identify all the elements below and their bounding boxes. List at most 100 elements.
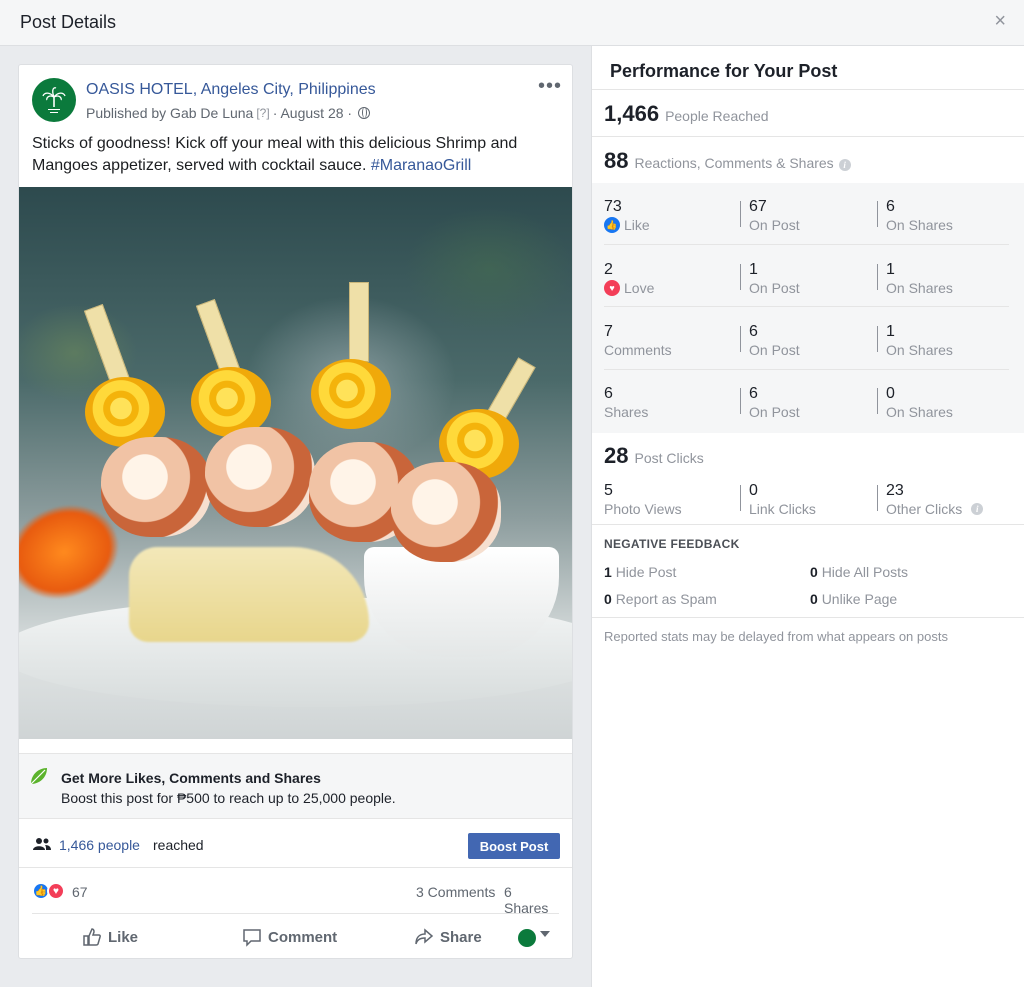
- boost-subtitle: Boost this post for ₱500 to reach up to …: [61, 790, 396, 806]
- column-divider: [877, 388, 878, 414]
- link-clicks: 0 Link Clicks: [749, 482, 816, 517]
- modal-header: Post Details ×: [0, 0, 1024, 46]
- unlike-page-value: 0: [810, 591, 818, 607]
- row-divider: [604, 244, 1009, 245]
- comments-total-label: Comments: [604, 342, 672, 358]
- love-on-shares-label: On Shares: [886, 280, 953, 296]
- column-divider: [740, 485, 741, 511]
- post-text: Sticks of goodness! Kick off your meal w…: [32, 133, 562, 177]
- comments-on-shares-value: 1: [886, 323, 895, 340]
- people-reached-metric: 1,466 People Reached: [604, 101, 769, 127]
- published-by: Published by Gab De Luna: [86, 105, 254, 121]
- share-button[interactable]: Share: [414, 927, 482, 947]
- comments-on-post-value: 6: [749, 323, 758, 340]
- post-clicks-label: Post Clicks: [634, 450, 704, 466]
- like-on-shares: 6 On Shares: [886, 198, 953, 233]
- help-marker[interactable]: [?]: [256, 106, 269, 120]
- shares-on-shares-label: On Shares: [886, 404, 953, 420]
- reactions-breakdown: 73 👍 Like 67 On Post 6 On Shares 2 ♥ Love …: [592, 183, 1024, 433]
- comment-button[interactable]: Comment: [242, 927, 337, 947]
- shares-on-shares-value: 0: [886, 385, 895, 402]
- globe-icon: [358, 107, 371, 119]
- shares-count-link[interactable]: 6 Shares: [504, 884, 559, 916]
- shares-on-post: 6 On Post: [749, 385, 800, 420]
- comments-count-link[interactable]: 3 Comments: [416, 884, 495, 900]
- publish-info: Published by Gab De Luna [?] · August 28…: [86, 105, 371, 121]
- boost-post-button[interactable]: Boost Post: [468, 833, 560, 859]
- link-clicks-label: Link Clicks: [749, 501, 816, 517]
- comment-label: Comment: [268, 928, 338, 946]
- photo-views: 5 Photo Views: [604, 482, 682, 517]
- stats-delay-note: Reported stats may be delayed from what …: [604, 629, 948, 644]
- report-spam-value: 0: [604, 591, 612, 607]
- post-card: OASIS HOTEL, Angeles City, Philippines P…: [18, 64, 573, 959]
- divider: [592, 136, 1024, 137]
- hashtag-link[interactable]: #MaranaoGrill: [371, 157, 471, 174]
- divider: [592, 89, 1024, 90]
- reaction-icons[interactable]: 👍 ♥: [32, 882, 72, 902]
- column-divider: [877, 485, 878, 511]
- post-actions: Like Comment Share: [32, 915, 559, 958]
- page-selector-avatar[interactable]: [518, 929, 536, 947]
- performance-title: Performance for Your Post: [610, 61, 838, 81]
- reactions-metric: 88 Reactions, Comments & Shares i: [604, 148, 851, 174]
- shares-on-post-label: On Post: [749, 404, 800, 420]
- skewer-stick: [83, 303, 131, 387]
- mango-shape: [311, 359, 391, 429]
- love-total-value: 2: [604, 261, 613, 278]
- unlike-page-label: Unlike Page: [821, 591, 898, 607]
- love-on-post-label: On Post: [749, 280, 800, 296]
- page-avatar[interactable]: [32, 78, 76, 122]
- engagement-summary: 👍 ♥ 67 3 Comments 6 Shares: [32, 868, 559, 916]
- column-divider: [740, 264, 741, 290]
- post-date[interactable]: · August 28 ·: [273, 105, 352, 121]
- love-on-shares-value: 1: [886, 261, 895, 278]
- love-reaction-icon: ♥: [47, 882, 65, 900]
- boost-title: Get More Likes, Comments and Shares: [61, 770, 321, 786]
- info-icon[interactable]: i: [971, 503, 984, 515]
- comments-on-shares-label: On Shares: [886, 342, 953, 358]
- people-icon: [33, 838, 51, 850]
- comments-on-post-label: On Post: [749, 342, 800, 358]
- row-divider: [604, 306, 1009, 307]
- report-spam-label: Report as Spam: [615, 591, 717, 607]
- divider: [592, 617, 1024, 618]
- shrimp-shape: [391, 462, 501, 562]
- comments-on-shares: 1 On Shares: [886, 323, 953, 358]
- column-divider: [740, 326, 741, 352]
- other-clicks-value: 23: [886, 482, 904, 499]
- more-options-icon[interactable]: •••: [538, 75, 562, 98]
- like-label: Like: [108, 928, 139, 946]
- skewer-stick: [349, 282, 369, 362]
- people-reached-link[interactable]: 1,466 people: [59, 837, 140, 853]
- reaction-count[interactable]: 67: [72, 884, 88, 900]
- column-divider: [877, 264, 878, 290]
- photo-views-label: Photo Views: [604, 501, 682, 517]
- info-icon[interactable]: i: [838, 159, 851, 171]
- post-photo[interactable]: [19, 187, 572, 739]
- chevron-down-icon[interactable]: [540, 931, 550, 937]
- photo-views-value: 5: [604, 482, 613, 499]
- people-reached-label: People Reached: [665, 108, 769, 124]
- hide-all-posts-stat: 0 Hide All Posts: [810, 564, 908, 580]
- close-icon[interactable]: ×: [994, 11, 1006, 31]
- comments-on-post: 6 On Post: [749, 323, 800, 358]
- hide-all-posts-value: 0: [810, 564, 818, 580]
- page-name-link[interactable]: OASIS HOTEL, Angeles City, Philippines: [86, 81, 376, 99]
- modal-title: Post Details: [20, 12, 117, 32]
- share-label: Share: [440, 928, 482, 946]
- other-clicks-label: Other Clicks: [886, 501, 963, 517]
- like-button[interactable]: Like: [82, 927, 138, 947]
- shares-total-value: 6: [604, 385, 613, 402]
- column-divider: [877, 326, 878, 352]
- performance-panel: Performance for Your Post 1,466 People R…: [591, 46, 1024, 987]
- pineapple-shape: [129, 547, 369, 642]
- hide-all-posts-label: Hide All Posts: [821, 564, 909, 580]
- unlike-page-stat: 0 Unlike Page: [810, 591, 897, 607]
- like-total-label: Like: [624, 217, 650, 233]
- hide-post-value: 1: [604, 564, 612, 580]
- report-spam-stat: 0 Report as Spam: [604, 591, 717, 607]
- people-reached-value: 1,466: [604, 101, 660, 126]
- share-icon: [415, 928, 434, 945]
- comment-icon: [243, 929, 261, 947]
